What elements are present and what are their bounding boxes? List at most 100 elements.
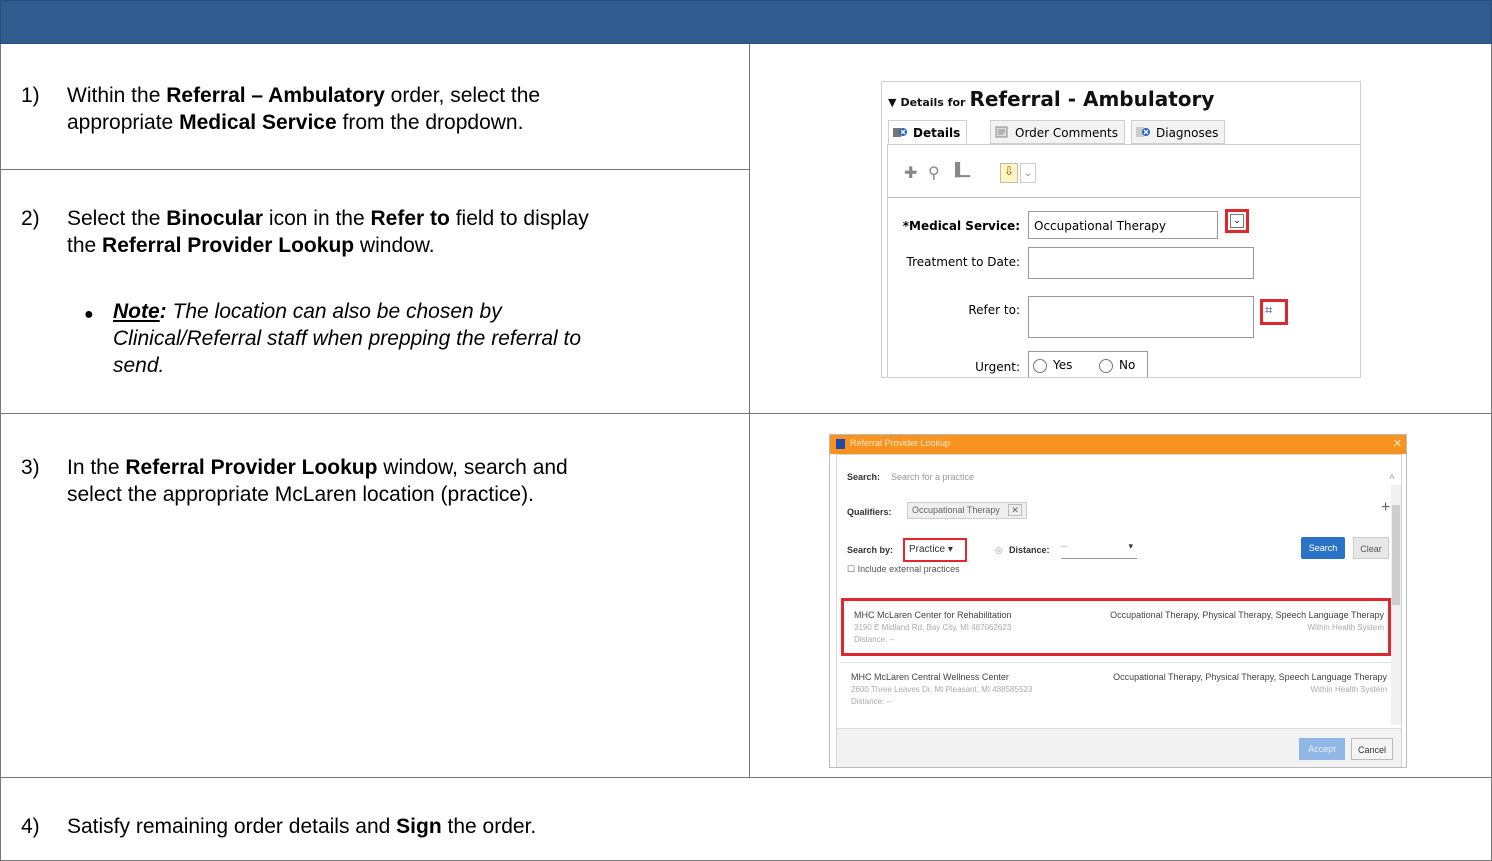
cancel-button[interactable]: Cancel (1351, 738, 1393, 760)
qualifiers-label: Qualifiers: (847, 507, 892, 517)
tab-order-comments[interactable]: Order Comments (990, 120, 1125, 144)
chart-icon[interactable]: ▐▁ (950, 163, 970, 178)
collapse-icon[interactable]: ▼ (888, 96, 896, 109)
search-button[interactable]: Search (1301, 537, 1345, 559)
treatment-to-date-input[interactable] (1028, 247, 1254, 279)
step-2-text-c: field to display (449, 207, 589, 230)
accept-button[interactable]: Accept (1299, 738, 1345, 760)
step-3-text-c: select the appropriate McLaren location … (67, 483, 534, 506)
diagnoses-tab-icon (1136, 127, 1150, 137)
clinical-icon[interactable]: ⚲ (928, 163, 940, 182)
search-by-value: Practice (909, 544, 946, 555)
chevron-down-icon[interactable]: ⌄ (1230, 214, 1244, 228)
search-by-select[interactable]: Practice ▾ (903, 538, 967, 562)
tab-diagnoses-label: Diagnoses (1156, 126, 1219, 140)
step-2-note: Note: The location can also be chosen by… (113, 298, 743, 379)
down-arrow-icon[interactable]: ⇩ (1000, 163, 1018, 183)
step-1-text-a: Within the (67, 84, 167, 107)
lookup-titlebar: Referral Provider Lookup ✕ (830, 435, 1406, 454)
urgent-radio-group: Yes No (1028, 351, 1148, 377)
step-2-bold-lookup: Referral Provider Lookup (102, 234, 355, 257)
lookup-screenshot: Referral Provider Lookup ✕ Search: Searc… (829, 434, 1407, 768)
urgent-yes-radio[interactable]: Yes (1033, 358, 1072, 373)
step-1-text: Within the Referral – Ambulatory order, … (67, 82, 747, 136)
qualifier-chip: Occupational Therapy ✕ (907, 502, 1027, 519)
result-distance: Distance: -- (854, 635, 895, 644)
list-item[interactable]: MHC McLaren Central Wellness Center 2600… (841, 662, 1391, 720)
include-external-checkbox[interactable]: ☐ Include external practices (847, 564, 960, 575)
step-2-bold-binocular: Binocular (166, 207, 264, 230)
step-3-text-b: window, search and (377, 456, 568, 479)
comments-tab-icon (995, 126, 1008, 138)
details-tabs: Details Order Comments Diagnoses (882, 120, 1360, 144)
step-4-bold-sign: Sign (396, 815, 442, 838)
bullet-icon: ● (84, 306, 94, 323)
search-label: Search: (847, 472, 881, 482)
tab-diagnoses[interactable]: Diagnoses (1131, 120, 1226, 144)
step-4-text-a: Satisfy remaining order details and (67, 815, 397, 838)
details-title: ▼ Details for Referral - Ambulatory (888, 87, 1214, 111)
tab-details-label: Details (913, 126, 961, 140)
details-body: ✚ ⚲ ▐▁ ⇩ ⌄ *Medical Service: Occupationa… (887, 144, 1360, 377)
note-label: Note (113, 300, 160, 323)
step-1-text-d: from the dropdown. (336, 111, 524, 134)
result-system: Within Health System (1310, 685, 1387, 694)
radio-icon[interactable]: ◎ (995, 545, 1003, 556)
medical-service-select[interactable]: Occupational Therapy (1028, 211, 1218, 239)
step-1-bold-service: Medical Service (179, 111, 337, 134)
step-1-number: 1) (21, 84, 40, 107)
clear-button[interactable]: Clear (1353, 537, 1389, 559)
medical-service-label: *Medical Service: (902, 219, 1020, 233)
step-3-text-a: In the (67, 456, 126, 479)
step-1-text-c: appropriate (67, 111, 180, 134)
step-1-text-b: order, select the (384, 84, 541, 107)
result-system: Within Health System (1307, 623, 1384, 632)
note-line-2: Clinical/Referral staff when prepping th… (113, 327, 582, 350)
step-3-text: In the Referral Provider Lookup window, … (67, 454, 757, 508)
note-line-1: The location can also be chosen by (166, 300, 502, 323)
step-4-number: 4) (21, 815, 40, 838)
search-input[interactable]: Search for a practice (891, 472, 974, 482)
urgent-no-label: No (1119, 358, 1136, 372)
distance-value: -- (1061, 541, 1067, 551)
step-3-bold-lookup: Referral Provider Lookup (125, 456, 378, 479)
result-address: 3190 E Midland Rd, Bay City, MI 48706262… (854, 623, 1012, 632)
scrollbar-thumb[interactable] (1392, 505, 1400, 605)
remove-qualifier-icon[interactable]: ✕ (1008, 504, 1022, 516)
step-2-text-a: Select the (67, 207, 167, 230)
step-4-text: Satisfy remaining order details and Sign… (67, 813, 1067, 840)
list-item[interactable]: MHC McLaren Center for Rehabilitation 31… (841, 598, 1391, 656)
details-tab-icon (893, 128, 907, 137)
details-form: *Medical Service: Occupational Therapy ⌄… (888, 197, 1360, 377)
note-line-3: send. (113, 354, 165, 377)
chevron-up-icon[interactable]: ˄ (1389, 472, 1395, 483)
tab-order-comments-label: Order Comments (1015, 126, 1118, 140)
lookup-panel: Search: Search for a practice ˄ Qualifie… (836, 454, 1402, 767)
qualifier-chip-label: Occupational Therapy (912, 505, 1000, 515)
step-2-text: Select the Binocular icon in the Refer t… (67, 205, 757, 259)
add-icon[interactable]: ✚ (904, 163, 917, 182)
details-title-prefix: Details for (900, 96, 966, 109)
result-address: 2600 Three Leaves Dr, Mt Pleasant, MI 48… (851, 685, 1033, 694)
add-qualifier-icon[interactable]: + (1381, 499, 1390, 517)
urgent-no-radio[interactable]: No (1099, 358, 1135, 373)
search-by-label: Search by: (847, 545, 894, 555)
results-scrollbar[interactable] (1391, 485, 1401, 725)
result-distance: Distance: -- (851, 697, 892, 706)
details-title-text: Referral - Ambulatory (969, 87, 1215, 111)
distance-select[interactable]: -- ▾ (1061, 541, 1137, 559)
result-name: MHC McLaren Center for Rehabilitation (854, 610, 1012, 620)
tab-details[interactable]: Details (888, 120, 968, 144)
close-icon[interactable]: ✕ (1393, 437, 1402, 450)
lookup-window-title: Referral Provider Lookup (850, 438, 951, 448)
step-2-bold-refer-to: Refer to (370, 207, 450, 230)
chevron-down-icon[interactable]: ⌄ (1020, 163, 1036, 183)
app-logo-icon (836, 439, 845, 449)
step-2-number: 2) (21, 207, 40, 230)
result-specialties: Occupational Therapy, Physical Therapy, … (1113, 672, 1387, 682)
lookup-footer: Accept Cancel (837, 728, 1401, 767)
binoculars-icon[interactable]: ⌗ (1265, 303, 1272, 318)
table-header-bar (0, 0, 1492, 44)
step-1-bold-order: Referral – Ambulatory (166, 84, 385, 107)
refer-to-input[interactable] (1028, 296, 1254, 338)
